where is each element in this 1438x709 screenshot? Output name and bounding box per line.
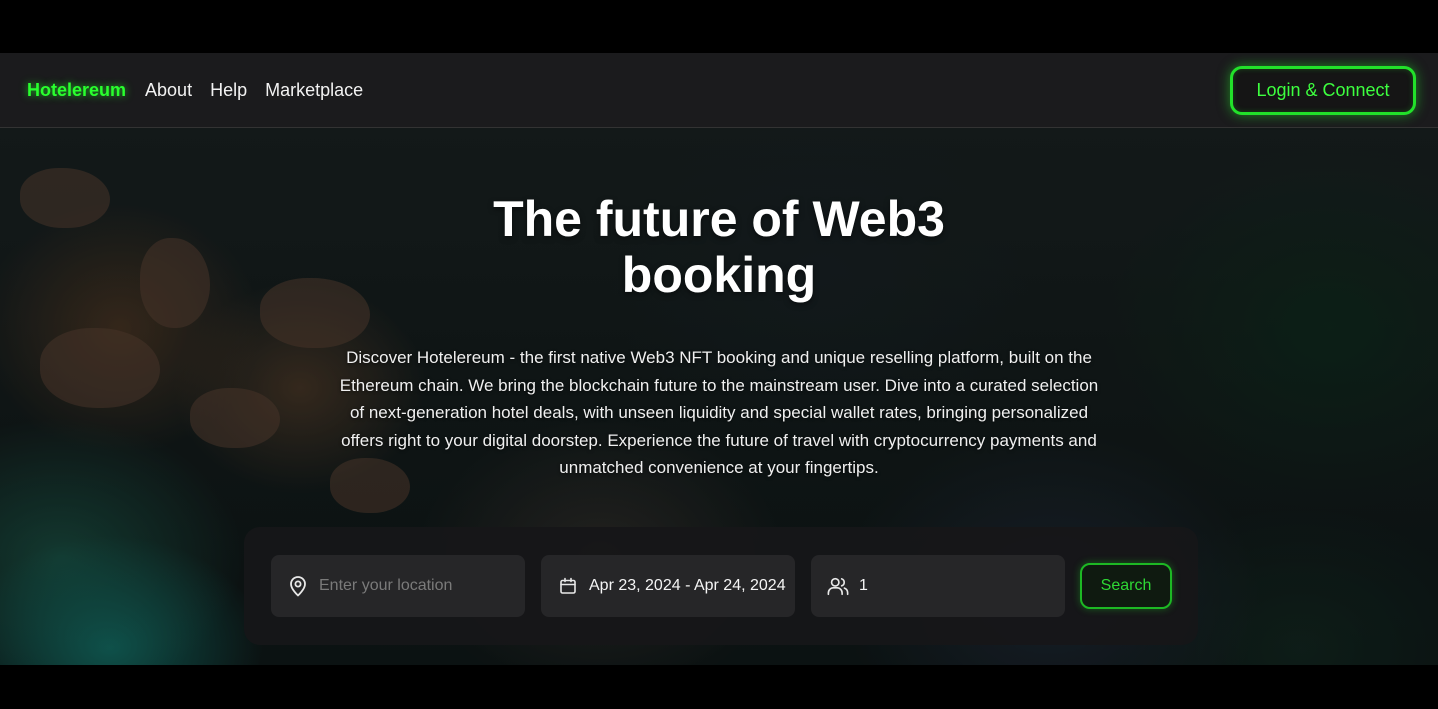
date-range-value: Apr 23, 2024 - Apr 24, 2024 (589, 577, 786, 594)
date-range-field[interactable]: Apr 23, 2024 - Apr 24, 2024 (541, 555, 795, 617)
calendar-icon (557, 575, 579, 597)
search-panel: Apr 23, 2024 - Apr 24, 2024 1 Search (244, 527, 1198, 645)
location-input[interactable] (319, 577, 509, 595)
hero-title: The future of Web3 booking (493, 191, 945, 303)
top-navbar: Hotelereum About Help Marketplace Login … (0, 53, 1438, 128)
letterbox-top (0, 0, 1438, 53)
map-pin-icon (287, 575, 309, 597)
users-icon (827, 575, 849, 597)
letterbox-bottom (0, 665, 1438, 709)
app-window: Hotelereum About Help Marketplace Login … (0, 53, 1438, 665)
search-button[interactable]: Search (1080, 563, 1172, 609)
login-connect-button[interactable]: Login & Connect (1230, 65, 1416, 115)
hero-description: Discover Hotelereum - the first native W… (339, 348, 1099, 477)
guests-field[interactable]: 1 (811, 555, 1065, 617)
location-field[interactable] (271, 555, 525, 617)
guests-count: 1 (859, 577, 868, 594)
nav-link-about[interactable]: About (145, 80, 192, 101)
nav-link-help[interactable]: Help (210, 80, 247, 101)
brand-logo-link[interactable]: Hotelereum (27, 80, 126, 101)
nav-link-marketplace[interactable]: Marketplace (265, 80, 363, 101)
